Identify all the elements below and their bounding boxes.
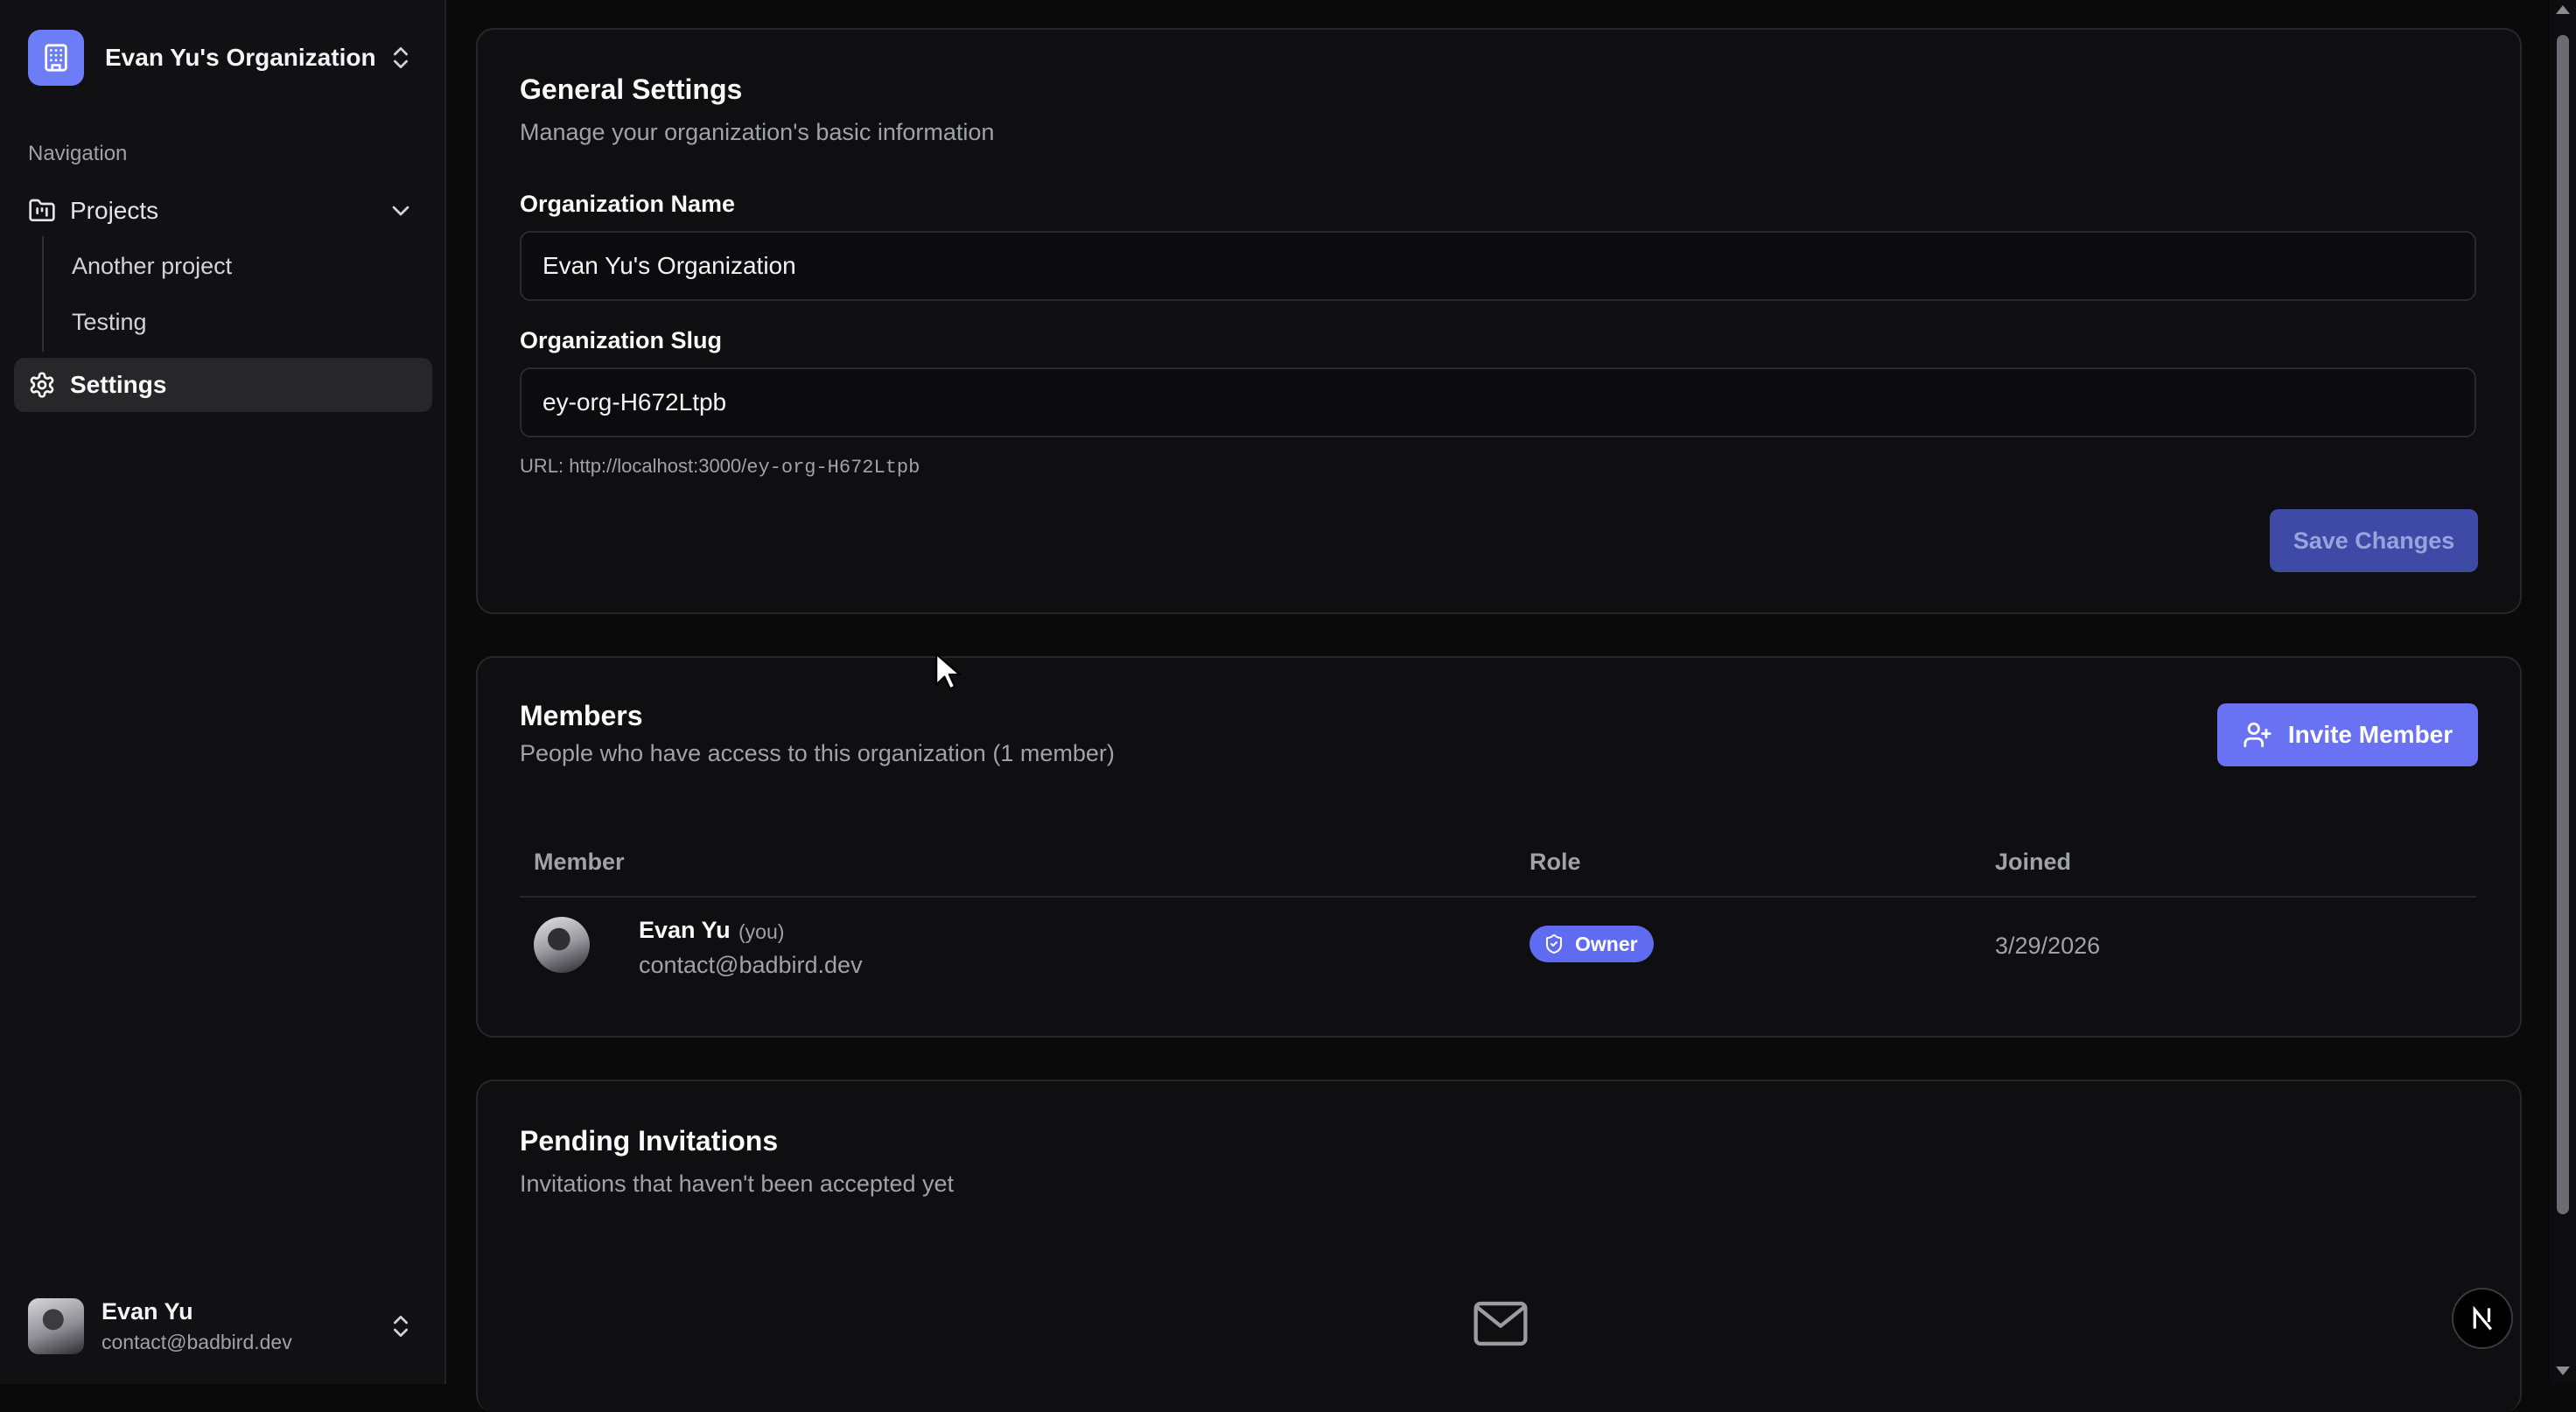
scroll-down-arrow[interactable]	[2556, 1367, 2570, 1375]
card-description: Manage your organization's basic informa…	[520, 119, 995, 145]
invite-member-button[interactable]: Invite Member	[2217, 703, 2478, 766]
save-changes-button[interactable]: Save Changes	[2270, 509, 2478, 572]
member-name: Evan Yu	[639, 917, 731, 943]
card-title: General Settings	[520, 73, 743, 105]
chevrons-up-down-icon	[394, 47, 408, 68]
gear-icon	[30, 372, 54, 398]
scroll-thumb[interactable]	[2557, 35, 2569, 1214]
sidebar-item-another-project[interactable]: Another project	[54, 241, 422, 290]
chevrons-up-down-icon	[394, 1316, 408, 1337]
card-description: People who have access to this organizat…	[520, 740, 1115, 766]
chevron-down-icon[interactable]	[387, 197, 415, 225]
sidebar-item-settings[interactable]: Settings	[14, 358, 432, 412]
scrollbar[interactable]	[2550, 0, 2576, 1384]
column-header-member: Member	[534, 849, 625, 875]
next-logo-icon[interactable]	[2452, 1288, 2513, 1349]
members-card: Members People who have access to this o…	[476, 656, 2522, 1038]
shield-icon	[1546, 934, 1562, 954]
table-divider	[520, 896, 2476, 898]
org-slug-input[interactable]	[520, 367, 2476, 437]
invite-member-label: Invite Member	[2287, 721, 2454, 748]
scroll-up-arrow[interactable]	[2556, 5, 2570, 14]
mail-icon	[1474, 1301, 1528, 1346]
org-name-input[interactable]	[520, 231, 2476, 301]
sidebar-item-label: Projects	[70, 197, 159, 224]
tree-line	[42, 236, 44, 352]
cursor-icon	[935, 653, 961, 690]
member-email: contact@badbird.dev	[639, 952, 863, 978]
user-menu[interactable]: Evan Yu contact@badbird.dev	[14, 1286, 432, 1367]
column-header-joined: Joined	[1995, 849, 2072, 875]
general-settings-card: General Settings Manage your organizatio…	[476, 28, 2522, 614]
sidebar-item-label: Settings	[70, 371, 167, 398]
card-title: Members	[520, 700, 643, 731]
user-email: contact@badbird.dev	[102, 1331, 292, 1353]
sidebar: Evan Yu's Organization Navigation Projec…	[0, 0, 446, 1384]
sidebar-item-testing[interactable]: Testing	[54, 297, 422, 346]
org-name: Evan Yu's Organization	[105, 44, 376, 71]
joined-date: 3/29/2026	[1995, 933, 2101, 959]
org-switcher[interactable]: Evan Yu's Organization	[14, 21, 432, 94]
user-plus-icon	[2244, 722, 2272, 748]
role-badge: Owner	[1530, 926, 1654, 962]
building-icon	[28, 30, 84, 86]
sidebar-item-projects[interactable]: Projects	[14, 184, 432, 238]
member-you-tag: (you)	[738, 920, 785, 943]
role-label: Owner	[1575, 932, 1638, 955]
url-prefix: URL: http://localhost:3000/	[520, 455, 747, 477]
folder-icon	[29, 199, 55, 221]
avatar	[534, 917, 590, 973]
org-slug-label: Organization Slug	[520, 327, 723, 353]
main-content: General Settings Manage your organizatio…	[448, 0, 2550, 1412]
user-name: Evan Yu	[102, 1298, 193, 1325]
avatar	[28, 1298, 84, 1354]
url-preview: URL: http://localhost:3000/ey-org-H672Lt…	[520, 455, 920, 479]
column-header-role: Role	[1530, 849, 1581, 875]
url-slug: ey-org-H672Ltpb	[746, 457, 920, 479]
nav-heading: Navigation	[28, 142, 128, 165]
card-description: Invitations that haven't been accepted y…	[520, 1171, 954, 1197]
card-title: Pending Invitations	[520, 1125, 779, 1157]
pending-invitations-card: Pending Invitations Invitations that hav…	[476, 1080, 2522, 1412]
org-name-label: Organization Name	[520, 191, 736, 217]
